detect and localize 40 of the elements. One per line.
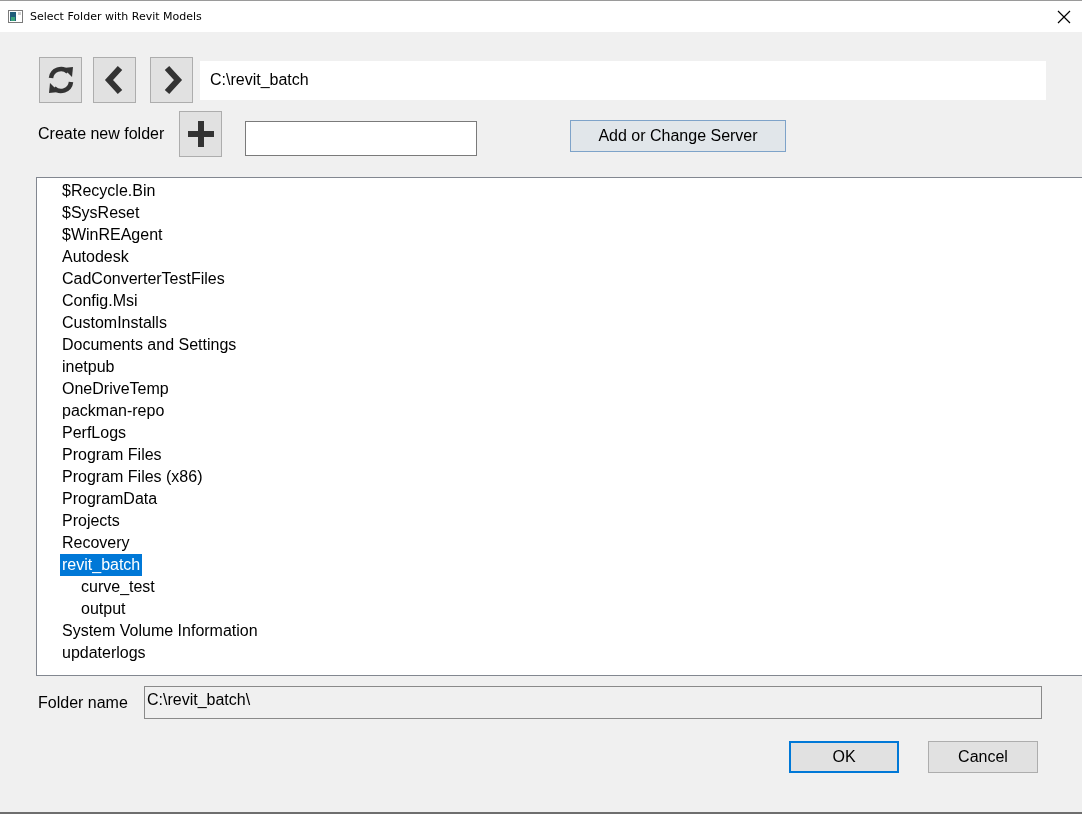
window-title: Select Folder with Revit Models: [30, 10, 202, 23]
dialog-button[interactable]: OK: [789, 741, 899, 773]
path-field[interactable]: C:\revit_batch: [200, 60, 1046, 100]
folder-tree-item[interactable]: Autodesk: [60, 246, 131, 268]
folder-tree-item[interactable]: inetpub: [60, 356, 117, 378]
folder-tree-item[interactable]: Program Files (x86): [60, 466, 205, 488]
folder-tree-item[interactable]: revit_batch: [60, 554, 143, 576]
folder-tree-item[interactable]: Program Files: [60, 444, 164, 466]
folder-tree-item[interactable]: packman-repo: [60, 400, 167, 422]
close-icon: [1057, 9, 1071, 24]
create-folder-label: Create new folder: [38, 125, 166, 143]
folder-tree-item[interactable]: Config.Msi: [60, 290, 140, 312]
refresh-icon: [46, 65, 75, 95]
folder-tree-item[interactable]: CadConverterTestFiles: [60, 268, 227, 290]
folder-tree-item[interactable]: output: [79, 598, 128, 620]
dialog-button[interactable]: Cancel: [928, 741, 1038, 773]
close-button[interactable]: [1057, 9, 1071, 24]
add-folder-button[interactable]: [179, 111, 222, 157]
folder-tree-item[interactable]: PerfLogs: [60, 422, 129, 444]
folder-tree-item[interactable]: curve_test: [79, 576, 157, 598]
back-button[interactable]: [93, 57, 136, 103]
folder-tree-item[interactable]: CustomInstalls: [60, 312, 169, 334]
folder-tree-item[interactable]: System Volume Information: [60, 620, 260, 642]
plus-icon: [187, 121, 214, 147]
folder-tree-item[interactable]: Documents and Settings: [60, 334, 239, 356]
folder-tree-item[interactable]: $Recycle.Bin: [60, 180, 158, 202]
folder-tree-item[interactable]: ProgramData: [60, 488, 160, 510]
folder-name-label: Folder name: [38, 693, 129, 712]
folder-tree-item[interactable]: OneDriveTemp: [60, 378, 171, 400]
folder-tree-item[interactable]: updaterlogs: [60, 642, 148, 664]
add-or-change-server-button[interactable]: Add or Change Server: [570, 120, 786, 152]
folder-tree-item[interactable]: Projects: [60, 510, 122, 532]
new-folder-name-field[interactable]: [245, 120, 477, 156]
app-icon: [8, 10, 23, 23]
folder-tree-item[interactable]: Recovery: [60, 532, 132, 554]
folder-name-field[interactable]: C:\revit_batch\: [144, 686, 1042, 719]
folder-tree-item[interactable]: $WinREAgent: [60, 224, 165, 246]
refresh-button[interactable]: [39, 57, 82, 103]
forward-button[interactable]: [150, 57, 193, 103]
folder-tree-item[interactable]: $SysReset: [60, 202, 142, 224]
